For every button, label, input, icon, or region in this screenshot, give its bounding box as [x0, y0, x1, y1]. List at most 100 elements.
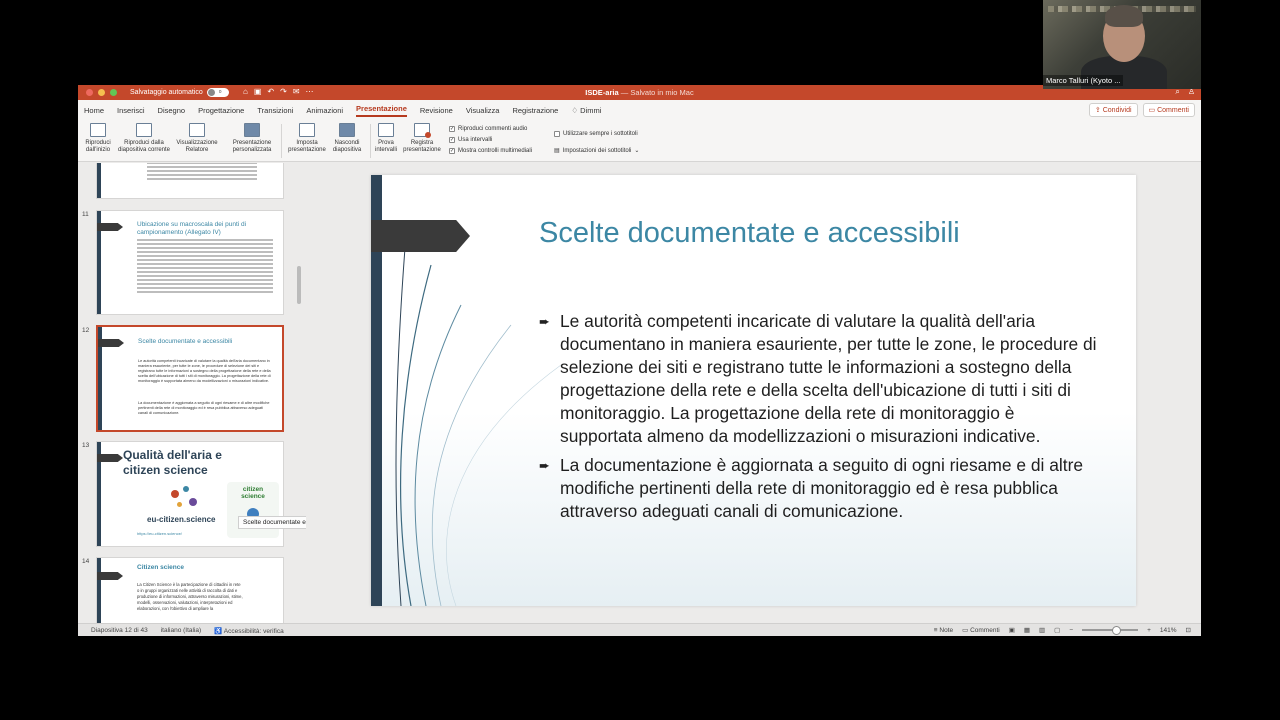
zoom-slider[interactable]: [1082, 626, 1139, 635]
zoom-in-icon[interactable]: +: [1147, 627, 1151, 634]
tab-recording[interactable]: Registrazione: [512, 106, 558, 115]
language-status[interactable]: italiano (Italia): [161, 627, 201, 635]
accessibility-status[interactable]: ♿ Accessibilità: verifica: [214, 627, 284, 635]
play-from-start-button[interactable]: Riproduci dall'inizio: [82, 123, 114, 154]
always-subtitles-checkbox[interactable]: Utilizzare sempre i sottotitoli: [554, 125, 639, 142]
subtitle-settings-button[interactable]: ▤ Impostazioni dei sottotitoli ⌄: [554, 142, 639, 159]
play-from-current-button[interactable]: Riproduci dalla diapositiva corrente: [114, 123, 174, 154]
thumb-title: Qualità dell'aria e citizen science: [123, 448, 222, 477]
checkbox-icon: [554, 130, 560, 137]
thumb-link: https://eu-citizen.science/: [137, 531, 182, 536]
slide-thumbnail-13[interactable]: Qualità dell'aria e citizen science eu-c…: [96, 441, 284, 547]
thumb-line: [137, 259, 273, 261]
thumb-bullet-1: Le autorità competenti incaricate di val…: [138, 359, 271, 383]
slide-thumbnail-10[interactable]: [96, 163, 284, 199]
thumb-row: [147, 178, 257, 180]
play-from-current-label-1: Riproduci dalla: [124, 140, 164, 146]
slide-editing-area[interactable]: Scelte documentate e accessibili ➨ Le au…: [306, 163, 1201, 623]
media-controls-checkbox[interactable]: ✓ Mostra controlli multimediali: [449, 145, 532, 156]
tab-home[interactable]: Home: [84, 106, 104, 115]
checkmark-icon: ✓: [449, 147, 455, 154]
hide-slide-label-1: Nascondi: [334, 140, 360, 146]
document-title: ISDE-aria — Salvato in mio Mac: [78, 88, 1201, 97]
thumb-line: [137, 267, 273, 269]
slide-thumbnail-11[interactable]: Ubicazione su macroscala dei punti di ca…: [96, 210, 284, 315]
zoom-out-icon[interactable]: −: [1069, 627, 1073, 634]
slide-thumbnail-panel[interactable]: 11 Ubicazione su macroscala dei punti di…: [78, 163, 306, 623]
thumb-line: [137, 251, 273, 253]
presenter-view-icon: [189, 123, 205, 137]
thumb-row: [147, 163, 257, 164]
fit-to-window-icon[interactable]: ⊡: [1186, 626, 1191, 634]
powerpoint-window: Salvataggio automatico o ⌂ ▣ ↶ ↷ ✉ ⋯ ISD…: [78, 85, 1201, 636]
setup-show-label-1: Imposta: [296, 140, 318, 146]
tab-review[interactable]: Revisione: [420, 106, 453, 115]
bullet-2-text: La documentazione è aggiornata a seguito…: [560, 455, 1084, 521]
hide-slide-icon: [339, 123, 355, 137]
subtitles-icon: ▤: [554, 148, 560, 154]
reading-view-icon[interactable]: ▥: [1039, 626, 1045, 634]
participant-name: Marco Talluri (Kyoto ...: [1043, 75, 1124, 86]
slide-number: 13: [82, 442, 90, 449]
tab-insert[interactable]: Inserisci: [117, 106, 145, 115]
custom-show-label-2: personalizzata: [232, 147, 272, 153]
tab-view[interactable]: Visualizza: [466, 106, 500, 115]
comments-status-button[interactable]: ▭ Commenti: [962, 626, 1000, 634]
normal-view-icon[interactable]: ▣: [1009, 626, 1015, 634]
slide-thumbnail-12[interactable]: Scelte documentate e accessibili Le auto…: [96, 325, 284, 432]
thumb-line: [137, 255, 273, 257]
presenter-view-button[interactable]: Visualizzazione Relatore: [174, 123, 220, 154]
notes-button[interactable]: ≡ Note: [934, 627, 953, 634]
thumb-line: [137, 239, 273, 241]
use-timings-checkbox[interactable]: ✓ Usa intervalli: [449, 134, 532, 145]
thumb-line: [137, 283, 273, 285]
slide-body[interactable]: ➨ Le autorità competenti incaricate di v…: [539, 310, 1099, 529]
panel-scrollbar[interactable]: [297, 266, 301, 304]
record-icon: [414, 123, 431, 138]
slide-title[interactable]: Scelte documentate e accessibili: [539, 217, 960, 250]
tab-draw[interactable]: Disegno: [158, 106, 186, 115]
slide-bullet-1[interactable]: ➨ Le autorità competenti incaricate di v…: [539, 310, 1099, 448]
citizen-science-logo: citizen science: [227, 482, 279, 538]
current-slide[interactable]: Scelte documentate e accessibili ➨ Le au…: [371, 175, 1136, 606]
slide-bullet-2[interactable]: ➨ La documentazione è aggiornata a segui…: [539, 454, 1099, 523]
record-show-button[interactable]: Registra presentazione: [400, 123, 444, 154]
slideshow-view-icon[interactable]: ▢: [1054, 626, 1060, 634]
thumb-row: [147, 166, 257, 168]
tab-transitions[interactable]: Transizioni: [257, 106, 293, 115]
thumb-text: La Citizen Science è la partecipazione d…: [137, 582, 243, 611]
chevron-down-icon: ⌄: [634, 148, 640, 154]
notes-label: Note: [939, 626, 954, 634]
tab-design[interactable]: Progettazione: [198, 106, 244, 115]
tab-tell-me[interactable]: ♢ Dimmi: [571, 106, 601, 115]
rehearse-timings-button[interactable]: Prova intervalli: [372, 123, 400, 154]
setup-show-button[interactable]: Imposta presentazione: [285, 123, 329, 154]
thumb-table: [147, 163, 257, 182]
share-button[interactable]: ⇪ Condividi: [1088, 103, 1138, 117]
comments-status-label: Commenti: [970, 627, 1000, 634]
play-from-current-label-2: diapositiva corrente: [117, 147, 171, 153]
slide-position: Diapositiva 12 di 43: [91, 627, 148, 634]
slide-thumbnail-14[interactable]: Citizen science La Citizen Science è la …: [96, 557, 284, 623]
node-dot: [183, 486, 189, 492]
thumb-line: [137, 275, 273, 277]
thumb-line: [137, 263, 273, 265]
thumb-line: [137, 291, 273, 293]
status-right: ≡ Note ▭ Commenti ▣ ▦ ▥ ▢ − + 141% ⊡: [934, 626, 1191, 635]
play-narrations-checkbox[interactable]: ✓ Riproduci commenti audio: [449, 123, 532, 134]
comments-button[interactable]: ▭ Commenti: [1142, 103, 1195, 117]
play-narrations-label: Riproduci commenti audio: [458, 125, 528, 132]
zoom-level[interactable]: 141%: [1160, 627, 1177, 634]
title-bar: Salvataggio automatico o ⌂ ▣ ↶ ↷ ✉ ⋯ ISD…: [78, 85, 1201, 100]
tab-animations[interactable]: Animazioni: [306, 106, 343, 115]
person-hair: [1105, 5, 1143, 27]
thumb-line: [137, 247, 273, 249]
slide-sorter-icon[interactable]: ▦: [1024, 626, 1030, 634]
thumb-line: [137, 287, 273, 289]
tab-slideshow[interactable]: Presentazione: [356, 104, 407, 117]
status-left: Diapositiva 12 di 43 italiano (Italia) ♿…: [91, 627, 284, 635]
custom-show-button[interactable]: Presentazione personalizzata: [228, 123, 276, 154]
hide-slide-button[interactable]: Nascondi diapositiva: [329, 123, 365, 154]
use-timings-label: Usa intervalli: [458, 136, 493, 143]
ribbon-tabs: Home Inserisci Disegno Progettazione Tra…: [78, 100, 1201, 120]
